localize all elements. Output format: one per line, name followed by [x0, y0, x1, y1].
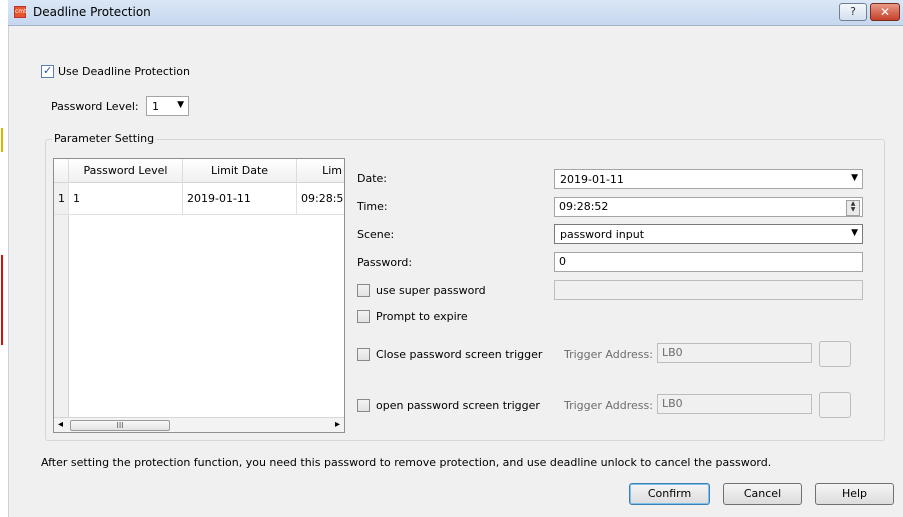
spin-arrows-icon[interactable]: ▲ ▼ — [846, 200, 860, 216]
scene-value: password input — [560, 228, 645, 241]
close-trigger-label: Close password screen trigger — [376, 348, 543, 361]
scroll-right-icon[interactable]: ▸ — [335, 419, 340, 430]
date-label: Date: — [357, 172, 387, 185]
edge-marker — [1, 255, 3, 345]
close-trigger-checkbox[interactable] — [357, 348, 370, 361]
table-cell[interactable]: 2019-01-11 — [183, 183, 297, 215]
checkmark-icon: ✓ — [43, 64, 53, 77]
open-trigger-checkbox[interactable] — [357, 399, 370, 412]
open-trigger-label: open password screen trigger — [376, 399, 540, 412]
scroll-thumb[interactable]: III — [70, 420, 170, 431]
app-icon: cmt — [14, 6, 27, 18]
date-value: 2019-01-11 — [560, 173, 624, 186]
scroll-left-icon[interactable]: ◂ — [58, 419, 63, 430]
use-protection-label: Use Deadline Protection — [58, 65, 191, 78]
use-super-password-checkbox[interactable] — [357, 284, 370, 297]
prompt-to-expire-label: Prompt to expire — [376, 310, 468, 323]
close-trigger-address-value: LB0 — [662, 346, 683, 359]
open-trigger-address-value: LB0 — [662, 397, 683, 410]
password-value: 0 — [559, 255, 566, 268]
open-trigger-address-button[interactable] — [819, 392, 851, 418]
use-super-password-label: use super password — [376, 284, 486, 297]
close-trigger-address-button[interactable] — [819, 341, 851, 367]
scene-select[interactable]: password input ▼ — [554, 224, 863, 244]
time-value: 09:28:52 — [559, 200, 609, 213]
window-title: Deadline Protection — [33, 5, 151, 19]
footer-note: After setting the protection function, y… — [41, 456, 772, 469]
time-label: Time: — [357, 200, 388, 213]
cancel-button[interactable]: Cancel — [723, 483, 802, 505]
password-field[interactable]: 0 — [554, 252, 863, 272]
column-header[interactable]: Limit Date — [183, 159, 297, 183]
date-select[interactable]: 2019-01-11 ▼ — [554, 169, 863, 189]
table-cell[interactable]: 09:28:5 — [297, 183, 344, 215]
scene-label: Scene: — [357, 228, 395, 241]
super-password-field[interactable] — [554, 280, 863, 300]
time-field[interactable]: 09:28:52 ▲ ▼ — [554, 197, 863, 217]
row-header-column — [54, 183, 69, 417]
confirm-button[interactable]: Confirm — [629, 483, 710, 505]
table-header: Password Level Limit Date Lim — [54, 159, 344, 183]
help-button[interactable]: Help — [815, 483, 894, 505]
table-cell[interactable]: 1 — [69, 183, 183, 215]
password-table[interactable]: Password Level Limit Date Lim 1 1 2019-0… — [53, 158, 345, 433]
close-trigger-address-label: Trigger Address: — [564, 348, 653, 361]
row-index[interactable]: 1 — [54, 183, 69, 215]
column-header[interactable]: Lim — [297, 159, 344, 183]
close-button[interactable]: ✕ — [870, 3, 900, 21]
table-corner — [54, 159, 69, 183]
chevron-down-icon: ▼ — [851, 173, 858, 183]
use-protection-checkbox[interactable]: ✓ — [41, 64, 54, 78]
prompt-to-expire-checkbox[interactable] — [357, 310, 370, 323]
close-trigger-address-field[interactable]: LB0 — [657, 343, 812, 363]
edge-marker — [1, 128, 3, 152]
title-bar[interactable]: cmt Deadline Protection ? ✕ — [8, 0, 903, 26]
column-header[interactable]: Password Level — [69, 159, 183, 183]
password-label: Password: — [357, 256, 413, 269]
help-title-button[interactable]: ? — [839, 3, 867, 21]
open-trigger-address-label: Trigger Address: — [564, 399, 653, 412]
open-trigger-address-field[interactable]: LB0 — [657, 394, 812, 414]
password-level-label: Password Level: — [51, 100, 139, 113]
chevron-down-icon: ▼ — [177, 100, 184, 110]
chevron-down-icon: ▼ — [851, 228, 858, 238]
password-level-select[interactable]: 1 ▼ — [146, 96, 189, 116]
horizontal-scrollbar[interactable]: ◂ III ▸ — [54, 417, 344, 432]
password-level-value: 1 — [152, 100, 159, 113]
parameter-setting-title: Parameter Setting — [52, 132, 157, 145]
